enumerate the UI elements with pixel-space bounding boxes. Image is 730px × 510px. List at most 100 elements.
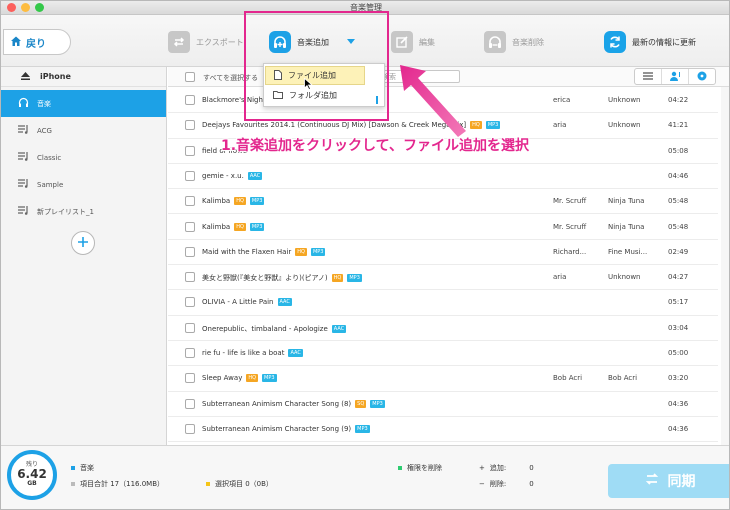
sidebar-item-acg[interactable]: ACG bbox=[1, 117, 166, 144]
format-badge: HQ bbox=[331, 274, 344, 283]
refresh-label: 最新の情報に更新 bbox=[632, 37, 696, 47]
storage-indicator: 残り 6.42 GB bbox=[7, 450, 57, 500]
row-checkbox[interactable] bbox=[185, 246, 195, 257]
sidebar-item-music[interactable]: 音楽 bbox=[1, 90, 166, 117]
add-music-button[interactable]: 音楽追加 bbox=[269, 29, 355, 55]
row-checkbox[interactable] bbox=[185, 120, 195, 131]
table-row[interactable]: Kalimba HQ MP3 Mr. Scruff Ninja Tuna 05:48 bbox=[168, 215, 718, 240]
row-checkbox[interactable] bbox=[185, 322, 195, 333]
song-name: rie fu - life is like a boat AAC bbox=[202, 349, 303, 357]
format-badge: AAC bbox=[247, 171, 263, 180]
sidebar-item-sample[interactable]: Sample bbox=[1, 171, 166, 198]
chevron-down-icon[interactable] bbox=[347, 38, 355, 47]
song-name: Blackmore's Night - bbox=[202, 96, 270, 104]
instruction-annotation: 1.音楽追加をクリックして、ファイル追加を選択 bbox=[221, 138, 529, 154]
song-duration: 04:36 bbox=[668, 424, 689, 433]
row-checkbox[interactable] bbox=[185, 423, 195, 434]
song-duration: 05:17 bbox=[668, 298, 689, 307]
row-checkbox[interactable] bbox=[185, 348, 195, 358]
song-title: Onerepublic、timbaland - Apologize bbox=[202, 324, 328, 333]
album-view-button[interactable] bbox=[689, 69, 715, 84]
category-label: 音楽 bbox=[80, 464, 94, 472]
headphones-add-icon bbox=[269, 31, 291, 53]
list-view-button[interactable] bbox=[635, 69, 662, 84]
storage-unit: GB bbox=[27, 480, 37, 487]
toolbar: 戻り エクスポート 音楽追加 編集 音楽削除 最新の情報に更新 bbox=[1, 15, 729, 67]
table-row[interactable]: Maid with the Flaxen Hair HQ MP3 Richard...… bbox=[168, 240, 718, 266]
playlist-icon bbox=[18, 152, 29, 163]
row-checkbox[interactable] bbox=[185, 398, 195, 409]
back-button[interactable]: 戻り bbox=[3, 29, 71, 55]
format-badge: HQ bbox=[246, 374, 259, 383]
eject-icon[interactable] bbox=[21, 71, 30, 82]
category-legend: 音楽 bbox=[71, 463, 94, 473]
scrollbar[interactable] bbox=[721, 87, 729, 445]
music-manager-window: 音楽管理 戻り エクスポート 音楽追加 編集 音楽削除 最新の情報に更新 ファイ… bbox=[0, 0, 730, 510]
song-name: Maid with the Flaxen Hair HQ MP3 bbox=[202, 247, 326, 256]
table-row[interactable]: 美女と野獣(『美女と野獣』より)(ピアノ) HQ MP3 aria Unknown 04:… bbox=[168, 265, 718, 291]
table-row[interactable]: Subterranean Animism Character Song (9) M… bbox=[168, 417, 718, 443]
sync-icon bbox=[644, 471, 660, 491]
table-row[interactable]: Subterranean Animism Character Song (8) S… bbox=[168, 392, 718, 417]
export-button[interactable]: エクスポート bbox=[168, 29, 244, 55]
table-row[interactable]: OLIVIA - A Little Pain AAC 05:17 bbox=[168, 290, 718, 316]
song-artist: Richard... bbox=[553, 247, 587, 256]
person-music-icon bbox=[669, 71, 681, 83]
add-folder-menu-item[interactable]: フォルダ追加 bbox=[265, 86, 365, 105]
song-name: Subterranean Animism Character Song (9) M… bbox=[202, 424, 370, 433]
remove-value: 0 bbox=[529, 480, 534, 488]
disc-icon bbox=[697, 71, 707, 83]
cursor-icon bbox=[304, 77, 314, 92]
add-count: + 追加: 0 bbox=[479, 463, 534, 473]
format-badge: MP3 bbox=[249, 197, 265, 206]
sync-button[interactable]: 同期 bbox=[608, 464, 729, 498]
row-checkbox[interactable] bbox=[185, 145, 195, 156]
format-badge: MP3 bbox=[249, 222, 265, 231]
sidebar-item-new-playlist[interactable]: 新プレイリスト_1 bbox=[1, 198, 166, 225]
row-checkbox[interactable] bbox=[185, 373, 195, 384]
song-title: Blackmore's Night - bbox=[202, 96, 271, 104]
format-badge: MP3 bbox=[355, 424, 370, 433]
device-header[interactable]: iPhone bbox=[1, 67, 166, 87]
add-folder-label: フォルダ追加 bbox=[289, 91, 337, 100]
row-checkbox[interactable] bbox=[185, 297, 195, 308]
sidebar-item-classic[interactable]: Classic bbox=[1, 144, 166, 171]
table-row[interactable]: Kalimba HQ MP3 Mr. Scruff Ninja Tuna 05:48 bbox=[168, 189, 718, 215]
select-all-checkbox[interactable] bbox=[185, 72, 195, 82]
add-playlist-button[interactable] bbox=[71, 231, 95, 255]
song-artist: Mr. Scruff bbox=[553, 222, 587, 231]
file-icon bbox=[274, 69, 282, 82]
playlist-icon bbox=[18, 206, 29, 217]
total-items: 項目合計 17（116.0MB） bbox=[71, 479, 164, 489]
edit-button[interactable]: 編集 bbox=[391, 29, 435, 55]
edit-label: 編集 bbox=[419, 37, 435, 47]
song-title: OLIVIA - A Little Pain bbox=[202, 298, 274, 307]
delete-music-label: 音楽削除 bbox=[512, 37, 544, 47]
view-toggle bbox=[634, 68, 716, 85]
row-checkbox[interactable] bbox=[185, 170, 195, 181]
row-checkbox[interactable] bbox=[185, 272, 195, 283]
song-album: Unknown bbox=[608, 273, 641, 282]
add-music-dropdown: ファイル追加 フォルダ追加 bbox=[263, 63, 385, 107]
table-row[interactable]: gemie - x.u. AAC 04:46 bbox=[168, 164, 718, 190]
song-duration: 04:22 bbox=[668, 96, 689, 104]
row-checkbox[interactable] bbox=[185, 221, 195, 232]
format-badge: MP3 bbox=[262, 374, 277, 383]
refresh-button[interactable]: 最新の情報に更新 bbox=[604, 29, 696, 55]
delete-music-button[interactable]: 音楽削除 bbox=[484, 29, 544, 55]
device-name: iPhone bbox=[40, 72, 71, 81]
format-badge: AAC bbox=[277, 298, 292, 307]
artist-view-button[interactable] bbox=[662, 69, 689, 84]
window-title: 音楽管理 bbox=[350, 3, 382, 12]
table-row[interactable]: Sleep Away HQ MP3 Bob Acri Bob Acri 03:20 bbox=[168, 366, 718, 392]
row-checkbox[interactable] bbox=[185, 95, 195, 105]
loading-bar bbox=[376, 96, 378, 104]
format-badge: HQ bbox=[234, 222, 246, 231]
song-name: Kalimba HQ MP3 bbox=[202, 222, 265, 231]
row-checkbox[interactable] bbox=[185, 196, 195, 207]
format-badge: MP3 bbox=[370, 399, 385, 408]
table-row[interactable]: Onerepublic、timbaland - Apologize AAC 03:0… bbox=[168, 316, 718, 341]
song-duration: 04:46 bbox=[668, 171, 689, 180]
add-file-menu-item[interactable]: ファイル追加 bbox=[265, 66, 365, 85]
table-row[interactable]: rie fu - life is like a boat AAC 05:00 bbox=[168, 341, 718, 367]
